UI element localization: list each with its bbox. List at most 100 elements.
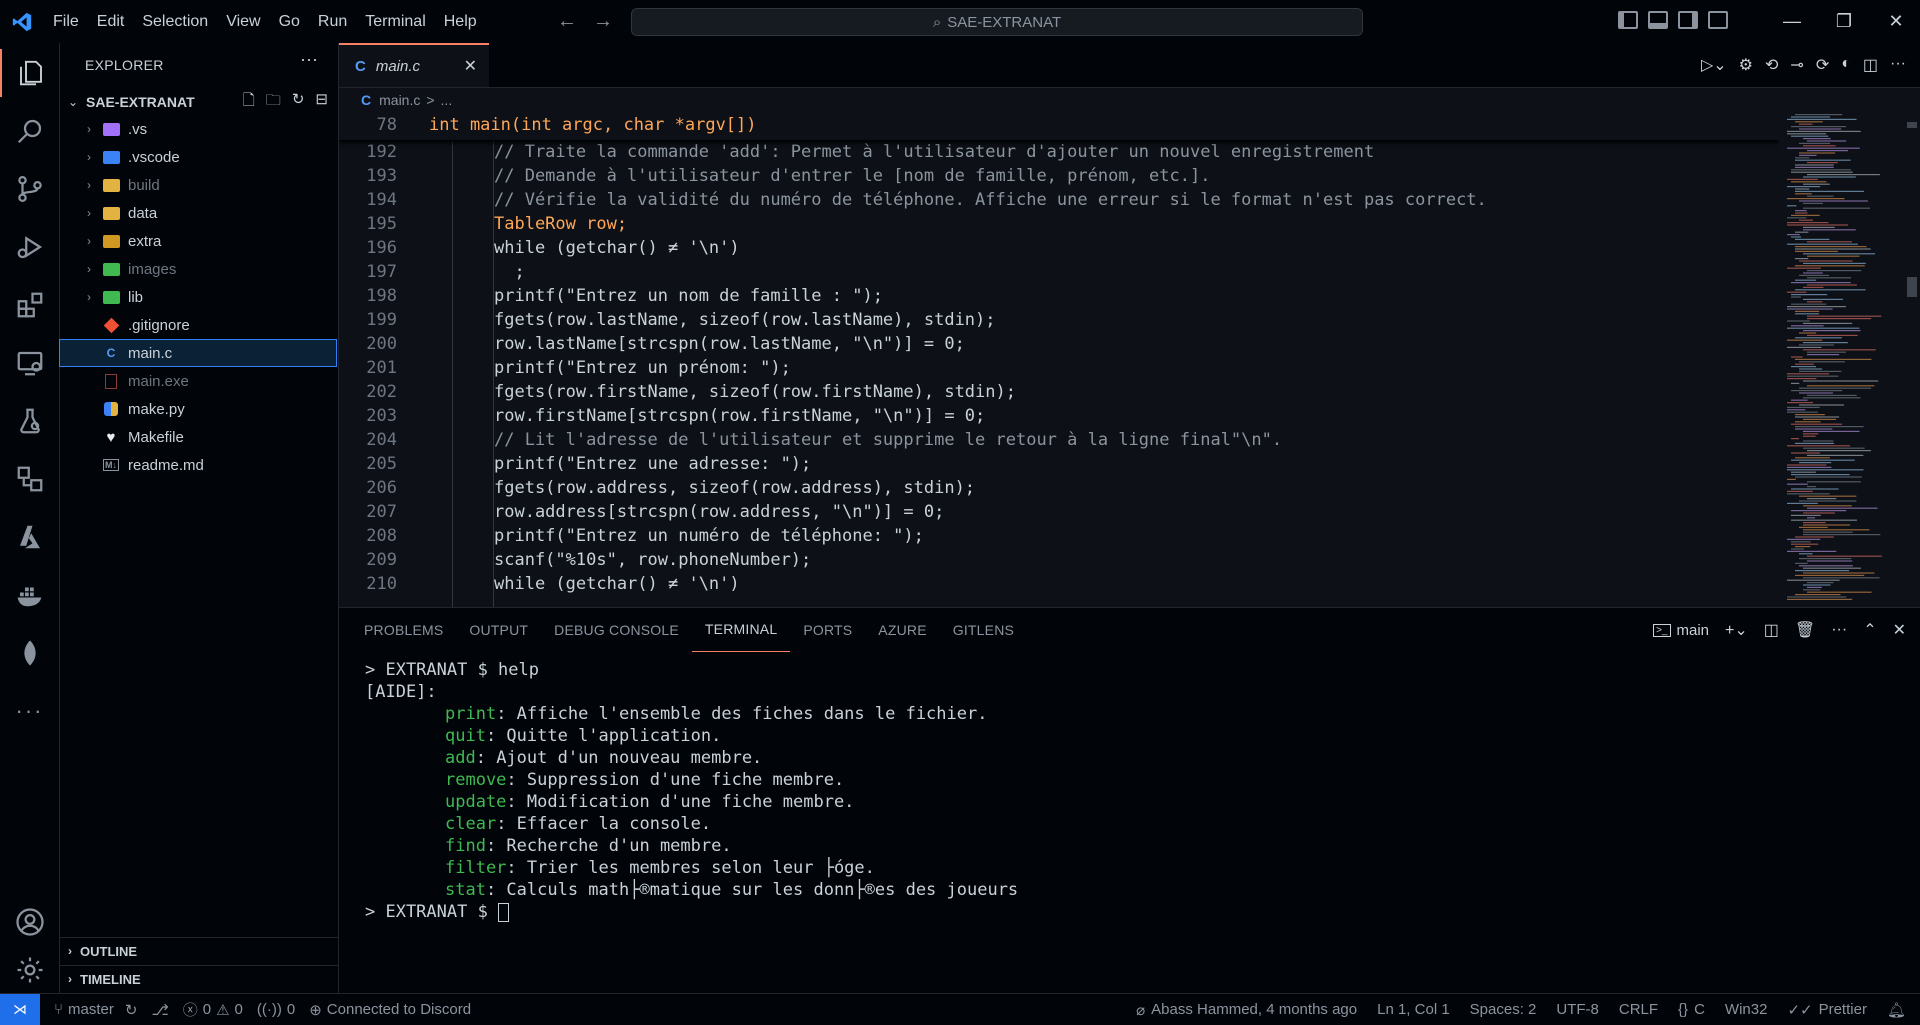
- tree-folder-vs[interactable]: › .vs: [60, 116, 336, 142]
- run-file-icon[interactable]: ▷⌄: [1701, 55, 1727, 75]
- tree-folder-images[interactable]: › images: [60, 256, 336, 282]
- menu-run[interactable]: Run: [309, 0, 356, 43]
- indentation[interactable]: Spaces: 2: [1470, 1001, 1537, 1018]
- extensions-icon[interactable]: [0, 281, 59, 329]
- kill-terminal-icon[interactable]: 🗑: [1795, 620, 1815, 640]
- tab-ports[interactable]: PORTS: [790, 608, 865, 652]
- new-terminal-icon[interactable]: +⌄: [1725, 620, 1748, 640]
- outline-section[interactable]: › OUTLINE: [60, 937, 338, 964]
- tab-problems[interactable]: PROBLEMS: [351, 608, 456, 652]
- maximize-panel-icon[interactable]: ⌃: [1863, 620, 1876, 640]
- forward-arrow-icon[interactable]: →: [593, 10, 613, 33]
- git-branch[interactable]: ⑂ master ↻: [54, 1001, 137, 1019]
- tree-folder-data[interactable]: › data: [60, 200, 336, 226]
- cursor-position[interactable]: Ln 1, Col 1: [1377, 1001, 1450, 1018]
- tree-folder-vscode[interactable]: › .vscode: [60, 144, 336, 170]
- manage-gear-icon[interactable]: [0, 946, 59, 994]
- terminal-instance[interactable]: >_ main: [1653, 622, 1709, 639]
- tree-file-make-py[interactable]: make.py: [60, 396, 336, 422]
- toggle-primary-sidebar-icon[interactable]: [1618, 11, 1638, 29]
- tree-folder-extra[interactable]: › extra: [60, 228, 336, 254]
- run-debug-icon[interactable]: [0, 223, 59, 271]
- testing-icon[interactable]: [0, 397, 59, 445]
- encoding[interactable]: UTF-8: [1556, 1001, 1599, 1018]
- new-file-icon[interactable]: 🗋: [243, 90, 255, 115]
- minimap[interactable]: [1785, 112, 1905, 602]
- menu-edit[interactable]: Edit: [88, 0, 134, 43]
- tab-azure[interactable]: AZURE: [865, 608, 939, 652]
- tab-debug-console[interactable]: DEBUG CONSOLE: [541, 608, 692, 652]
- accounts-icon[interactable]: [0, 898, 59, 946]
- more-actions-icon[interactable]: ···: [300, 49, 318, 70]
- tab-gitlens[interactable]: GITLENS: [940, 608, 1027, 652]
- explorer-icon[interactable]: [0, 49, 59, 97]
- timeline-section[interactable]: › TIMELINE: [60, 965, 338, 992]
- search-view-icon[interactable]: [0, 107, 59, 155]
- customize-layout-icon[interactable]: [1708, 11, 1728, 29]
- more-actions-icon[interactable]: ···: [1831, 621, 1847, 639]
- tree-file-main-c[interactable]: C main.c: [59, 339, 337, 367]
- code-editor[interactable]: 192 // Traite la commande 'add': Permet …: [339, 112, 1779, 608]
- tree-folder-lib[interactable]: › lib: [60, 284, 336, 310]
- tab-output[interactable]: OUTPUT: [456, 608, 541, 652]
- collapse-all-icon[interactable]: ⊟: [315, 90, 328, 115]
- project-header[interactable]: ⌄ SAE-EXTRANAT 🗋 🗀 ↻ ⊟: [60, 90, 338, 114]
- editor-scrollbar[interactable]: [1905, 112, 1920, 602]
- minimize-icon[interactable]: —: [1766, 0, 1818, 43]
- source-control-icon[interactable]: [0, 165, 59, 213]
- sticky-scroll-header[interactable]: 78 int main(int argc, char *argv[]): [339, 112, 1779, 140]
- breadcrumb-file[interactable]: main.c: [379, 92, 420, 108]
- close-icon[interactable]: ✕: [464, 56, 477, 76]
- docker-icon[interactable]: [0, 571, 59, 619]
- remote-explorer-icon[interactable]: [0, 339, 59, 387]
- problems-indicator[interactable]: ⓧ 0 ⚠ 0: [183, 999, 243, 1020]
- tree-file-readme[interactable]: M↓ readme.md: [60, 452, 336, 478]
- git-blame[interactable]: ⌀ Abass Hammed, 4 months ago: [1136, 1001, 1357, 1019]
- more-views-icon[interactable]: ···: [0, 687, 59, 735]
- language-mode[interactable]: {} C: [1678, 1001, 1705, 1018]
- remote-indicator-icon[interactable]: ⋊: [0, 994, 40, 1025]
- ports-indicator[interactable]: ((·)) 0: [257, 1001, 295, 1018]
- menu-file[interactable]: File: [44, 0, 88, 43]
- breadcrumb-symbol[interactable]: ...: [441, 92, 453, 108]
- mongodb-leaf-icon[interactable]: [0, 629, 59, 677]
- toggle-panel-icon[interactable]: [1648, 11, 1668, 29]
- containers-icon[interactable]: [0, 455, 59, 503]
- tree-file-main-exe[interactable]: main.exe: [60, 368, 336, 394]
- end-of-line[interactable]: CRLF: [1619, 1001, 1658, 1018]
- azure-icon[interactable]: [0, 513, 59, 561]
- tab-terminal[interactable]: TERMINAL: [691, 608, 791, 652]
- close-window-icon[interactable]: ✕: [1870, 0, 1920, 43]
- new-folder-icon[interactable]: 🗀: [266, 90, 281, 115]
- close-panel-icon[interactable]: ✕: [1893, 620, 1906, 640]
- tab-main-c[interactable]: C main.c ✕: [339, 43, 489, 87]
- discord-status[interactable]: ⊕ Connected to Discord: [309, 1001, 471, 1019]
- gitlens-icon[interactable]: ◐: [1841, 55, 1851, 75]
- menu-view[interactable]: View: [217, 0, 269, 43]
- menu-help[interactable]: Help: [435, 0, 486, 43]
- sync-icon[interactable]: ↻: [125, 1001, 138, 1019]
- menu-selection[interactable]: Selection: [133, 0, 217, 43]
- platform[interactable]: Win32: [1725, 1001, 1768, 1018]
- split-terminal-icon[interactable]: ◫: [1764, 620, 1779, 640]
- menu-terminal[interactable]: Terminal: [356, 0, 434, 43]
- tree-folder-build[interactable]: › build: [60, 172, 336, 198]
- tree-file-gitignore[interactable]: .gitignore: [60, 312, 336, 338]
- git-graph-icon[interactable]: ⎇: [151, 1001, 168, 1019]
- tree-file-makefile[interactable]: ♥ Makefile: [60, 424, 336, 450]
- toggle-secondary-sidebar-icon[interactable]: [1678, 11, 1698, 29]
- notifications-bell-icon[interactable]: 🔔︎: [1887, 1001, 1906, 1019]
- more-actions-icon[interactable]: ···: [1890, 55, 1906, 75]
- restore-icon[interactable]: ❐: [1818, 0, 1870, 43]
- scrollbar-thumb[interactable]: [1907, 122, 1917, 128]
- split-editor-icon[interactable]: ◫: [1863, 55, 1878, 75]
- command-center[interactable]: ⌕ SAE-EXTRANAT: [631, 8, 1363, 36]
- refresh-icon[interactable]: ↻: [292, 90, 305, 115]
- settings-gear-icon[interactable]: ⚙: [1739, 55, 1753, 75]
- back-arrow-icon[interactable]: ←: [557, 10, 577, 33]
- git-forward-icon[interactable]: ⟳: [1816, 55, 1829, 75]
- prettier-status[interactable]: ✓✓ Prettier: [1787, 1001, 1867, 1019]
- git-commit-icon[interactable]: ⊸: [1790, 55, 1803, 75]
- git-back-icon[interactable]: ⟲: [1765, 55, 1778, 75]
- menu-go[interactable]: Go: [270, 0, 309, 43]
